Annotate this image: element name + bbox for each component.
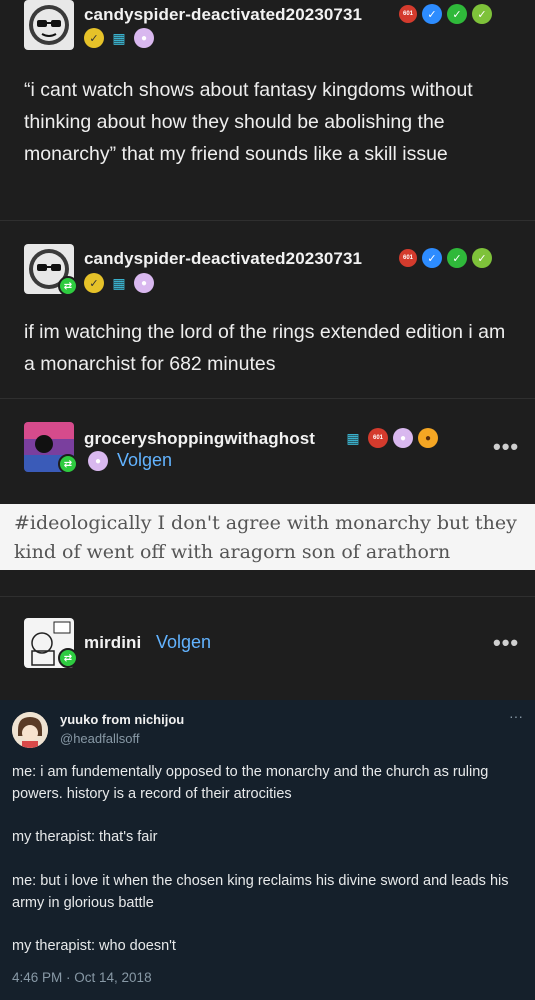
tweet-handle: @headfallsoff (60, 731, 140, 746)
tweet-line: me: but i love it when the chosen king r… (12, 873, 509, 911)
user-badges-row2: ✓ ▦ ● (84, 272, 154, 294)
tweet-line: me: i am fundementally opposed to the mo… (12, 764, 489, 802)
count-badge-icon: 601 (399, 5, 417, 23)
more-options-icon: ··· (509, 708, 523, 724)
avatar (12, 712, 48, 748)
username[interactable]: candyspider-deactivated20230731 (84, 249, 362, 269)
tweet-display-name: yuuko from nichijou (60, 712, 185, 727)
paw-badge-icon: ● (393, 428, 413, 448)
follow-link[interactable]: Volgen (156, 632, 211, 653)
count-badge-icon: 601 (368, 428, 388, 448)
tweet-line: my therapist: that's fair (12, 829, 158, 845)
film-badge-icon: ▦ (343, 428, 363, 448)
user-badges: ▦ 601 ● ● (343, 427, 438, 449)
more-options-icon[interactable]: ••• (493, 434, 519, 460)
divider (0, 220, 535, 221)
count-badge-icon: 601 (399, 249, 417, 267)
yellow-checkmark-icon: ✓ (84, 273, 104, 293)
verified-checkmark-icon: ✓ (472, 248, 492, 268)
avatar[interactable] (24, 0, 74, 50)
anime-avatar-icon (12, 712, 48, 748)
verified-checkmark-icon: ✓ (422, 4, 442, 24)
verified-checkmark-icon: ✓ (447, 248, 467, 268)
post-body: “i cant watch shows about fantasy kingdo… (24, 79, 473, 165)
user-badges-row2: ✓ ▦ ● (84, 27, 154, 49)
paw-badge-icon: ● (134, 28, 154, 48)
paw-badge-icon: ● (418, 428, 438, 448)
username[interactable]: groceryshoppingwithaghost (84, 429, 315, 449)
follow-link[interactable]: Volgen (117, 450, 172, 471)
quote-image: #ideologically I don't agree with monarc… (0, 504, 535, 570)
divider (0, 398, 535, 399)
reblog-icon: ⇄ (58, 648, 78, 668)
reblog-icon: ⇄ (58, 454, 78, 474)
tweet-line: my therapist: who doesn't (12, 938, 176, 954)
post-body: if im watching the lord of the rings ext… (24, 321, 506, 375)
verified-checkmark-icon: ✓ (447, 4, 467, 24)
film-badge-icon: ▦ (109, 273, 129, 293)
reblog-icon: ⇄ (58, 276, 78, 296)
more-options-icon[interactable]: ••• (493, 630, 519, 656)
yellow-checkmark-icon: ✓ (84, 28, 104, 48)
quote-image-text: #ideologically I don't agree with monarc… (14, 512, 517, 563)
sunglasses-avatar-icon (29, 5, 69, 45)
paw-badge-icon: ● (88, 451, 108, 471)
film-badge-icon: ▦ (109, 28, 129, 48)
username[interactable]: mirdini (84, 633, 141, 653)
verified-checkmark-icon: ✓ (472, 4, 492, 24)
tweet-timestamp: 4:46 PM · Oct 14, 2018 (12, 970, 152, 985)
user-badges: 601 ✓ ✓ ✓ (399, 3, 492, 25)
verified-checkmark-icon: ✓ (422, 248, 442, 268)
user-badges: 601 ✓ ✓ ✓ (399, 247, 492, 269)
username[interactable]: candyspider-deactivated20230731 (84, 5, 362, 25)
paw-badge-icon: ● (134, 273, 154, 293)
divider (0, 596, 535, 597)
